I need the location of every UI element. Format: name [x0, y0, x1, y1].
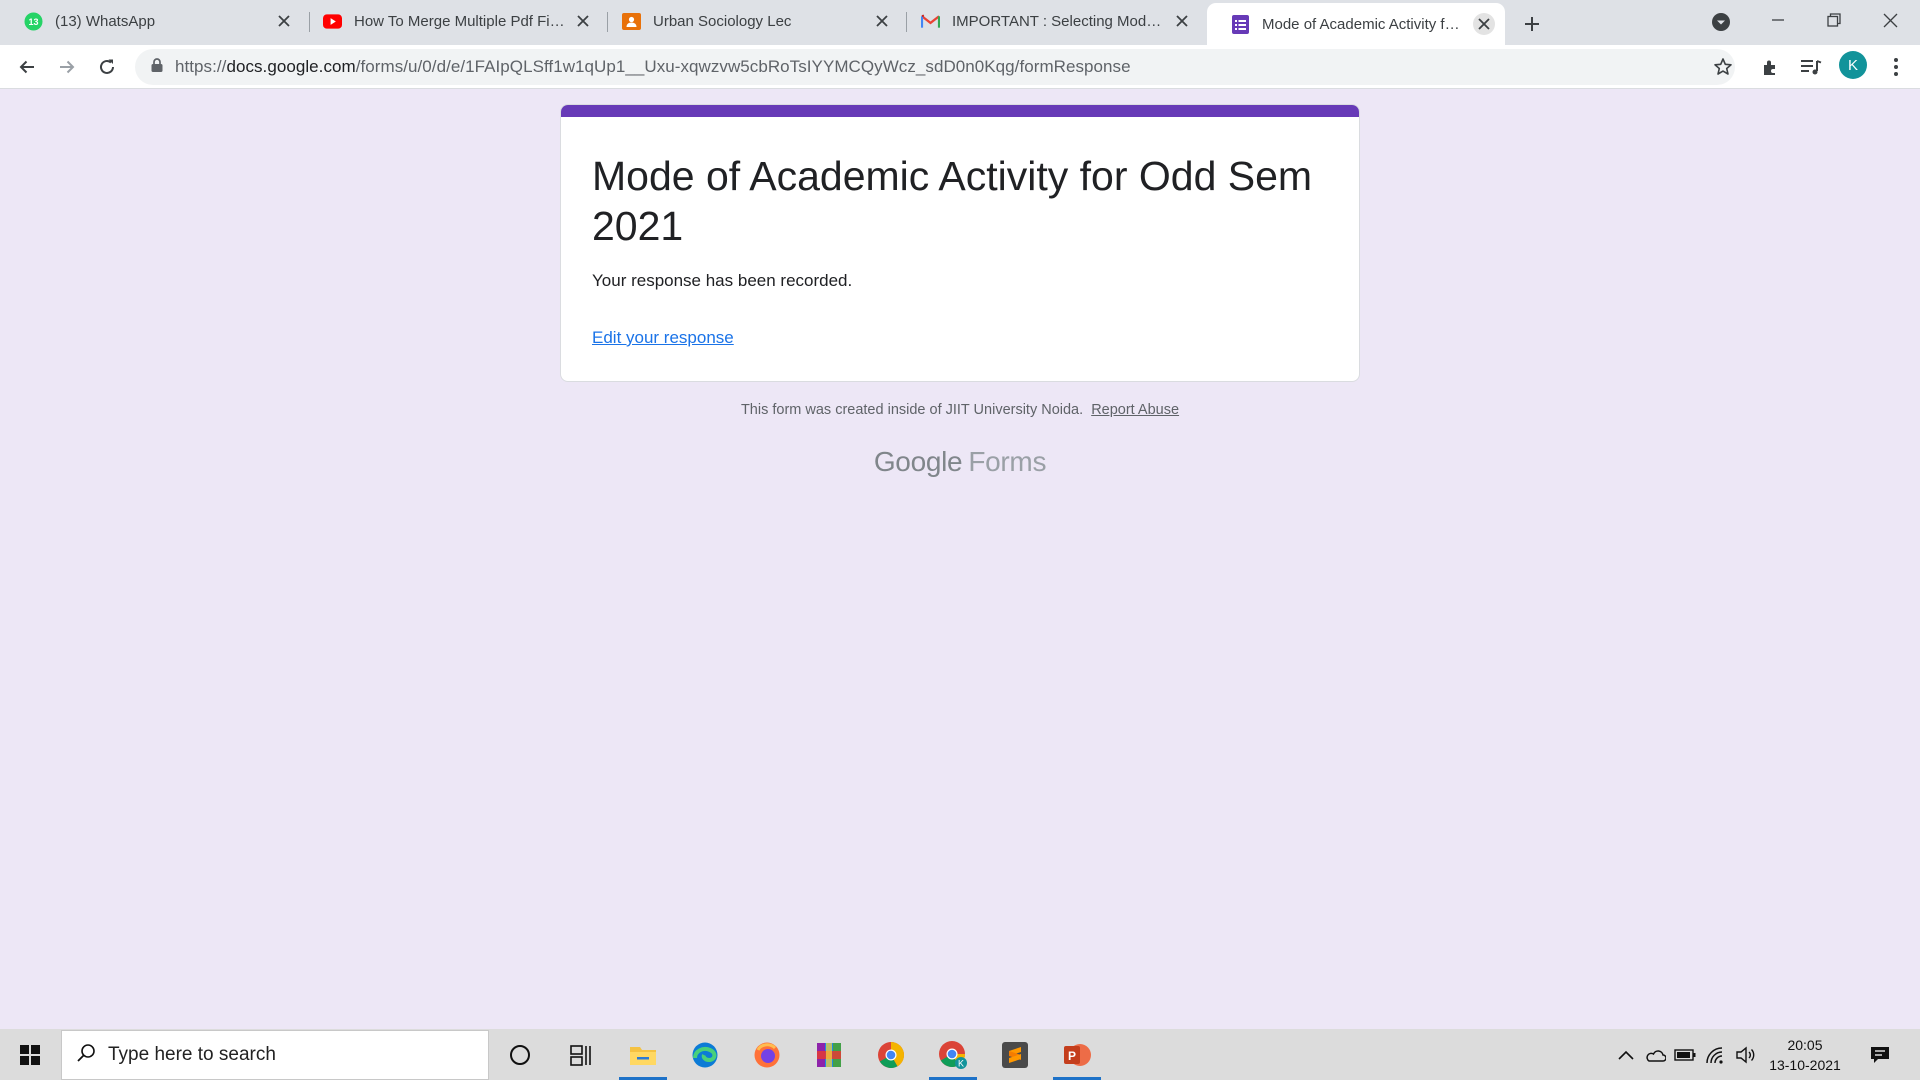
- brand-forms: Forms: [968, 446, 1047, 477]
- address-bar[interactable]: https://docs.google.com/forms/u/0/d/e/1F…: [135, 49, 1735, 85]
- tab-classroom[interactable]: Urban Sociology Lec: [598, 0, 903, 42]
- minimize-window-icon[interactable]: [1758, 4, 1798, 36]
- classroom-icon: [622, 12, 641, 31]
- close-window-icon[interactable]: [1870, 4, 1910, 36]
- svg-text:13: 13: [28, 17, 38, 27]
- cortana-icon[interactable]: [494, 1029, 546, 1080]
- svg-text:K: K: [958, 1058, 964, 1068]
- close-tab-icon[interactable]: [1473, 13, 1495, 35]
- task-view-icon[interactable]: [555, 1029, 607, 1080]
- browser-toolbar: https://docs.google.com/forms/u/0/d/e/1F…: [0, 45, 1920, 89]
- clock-time: 20:05: [1787, 1037, 1823, 1053]
- onedrive-icon[interactable]: [1641, 1029, 1669, 1080]
- whatsapp-icon: 13: [24, 12, 43, 31]
- search-placeholder: Type here to search: [108, 1044, 276, 1065]
- confirmation-message: Your response has been recorded.: [592, 271, 853, 290]
- tab-strip: 13 (13) WhatsApp How To Merge Multiple P…: [0, 0, 1920, 45]
- tab-search-icon[interactable]: [1707, 8, 1735, 36]
- profile-avatar[interactable]: K: [1839, 51, 1867, 79]
- tab-title: IMPORTANT : Selecting Mode of: [952, 12, 1165, 30]
- show-hidden-icons-icon[interactable]: [1613, 1029, 1639, 1080]
- reload-button[interactable]: [91, 51, 123, 83]
- svg-text:P: P: [1068, 1049, 1076, 1063]
- forward-button[interactable]: [51, 51, 83, 83]
- chrome-icon[interactable]: [865, 1029, 917, 1080]
- file-explorer-icon[interactable]: [617, 1029, 669, 1080]
- taskbar-clock[interactable]: 20:05 13-10-2021: [1760, 1035, 1850, 1075]
- report-abuse-link[interactable]: Report Abuse: [1091, 402, 1179, 418]
- windows-start-icon[interactable]: [4, 1029, 56, 1080]
- youtube-icon: [323, 12, 342, 31]
- chrome-profile-icon[interactable]: K: [927, 1029, 979, 1080]
- edit-response-link[interactable]: Edit your response: [592, 328, 734, 348]
- new-tab-button[interactable]: [1516, 8, 1548, 40]
- tab-title: Mode of Academic Activity for Odd Sem 20…: [1262, 15, 1467, 33]
- more-menu-icon[interactable]: [1880, 51, 1912, 83]
- form-theme-band: [561, 105, 1359, 117]
- clock-date: 13-10-2021: [1769, 1057, 1841, 1073]
- notifications-icon[interactable]: [1860, 1029, 1900, 1080]
- avatar-initial: K: [1847, 56, 1858, 74]
- search-icon: [76, 1043, 96, 1068]
- powerpoint-icon[interactable]: P: [1051, 1029, 1103, 1080]
- battery-icon[interactable]: [1671, 1029, 1699, 1080]
- tab-youtube[interactable]: How To Merge Multiple Pdf Files: [299, 0, 604, 42]
- form-footer: This form was created inside of JIIT Uni…: [0, 402, 1920, 418]
- tab-title: (13) WhatsApp: [55, 12, 156, 30]
- restore-window-icon[interactable]: [1814, 4, 1854, 36]
- form-title: Mode of Academic Activity for Odd Sem 20…: [592, 153, 1313, 249]
- tab-title: How To Merge Multiple Pdf Files: [354, 12, 566, 30]
- bookmark-star-icon[interactable]: [1707, 51, 1739, 83]
- gmail-icon: [921, 12, 940, 31]
- extensions-icon[interactable]: [1755, 51, 1787, 83]
- close-tab-icon[interactable]: [871, 10, 893, 32]
- edge-icon[interactable]: [679, 1029, 731, 1080]
- back-button[interactable]: [11, 51, 43, 83]
- windows-taskbar: Type here to search K P 20:05 13-10-2021: [0, 1029, 1920, 1080]
- url-text: https://docs.google.com/forms/u/0/d/e/1F…: [175, 57, 1131, 76]
- winrar-icon[interactable]: [803, 1029, 855, 1080]
- tab-gmail[interactable]: IMPORTANT : Selecting Mode of: [897, 0, 1203, 42]
- close-tab-icon[interactable]: [1171, 10, 1193, 32]
- lock-icon[interactable]: [151, 57, 163, 77]
- volume-icon[interactable]: [1731, 1029, 1759, 1080]
- taskbar-search-box[interactable]: Type here to search: [61, 1030, 489, 1080]
- form-response-card: Mode of Academic Activity for Odd Sem 20…: [560, 104, 1360, 382]
- tab-forms-active[interactable]: Mode of Academic Activity for Odd Sem 20…: [1207, 3, 1505, 45]
- footer-text: This form was created inside of JIIT Uni…: [740, 402, 1084, 418]
- firefox-icon[interactable]: [741, 1029, 793, 1080]
- sublime-text-icon[interactable]: [989, 1029, 1041, 1080]
- tab-title: Urban Sociology Lec: [653, 12, 792, 30]
- close-tab-icon[interactable]: [572, 10, 594, 32]
- google-forms-logo[interactable]: Google Forms: [0, 446, 1920, 478]
- wifi-icon[interactable]: [1701, 1029, 1729, 1080]
- media-control-icon[interactable]: [1795, 51, 1827, 83]
- tab-whatsapp[interactable]: 13 (13) WhatsApp: [0, 0, 305, 42]
- brand-google: Google: [873, 446, 963, 477]
- forms-icon: [1231, 14, 1250, 34]
- close-tab-icon[interactable]: [273, 10, 295, 32]
